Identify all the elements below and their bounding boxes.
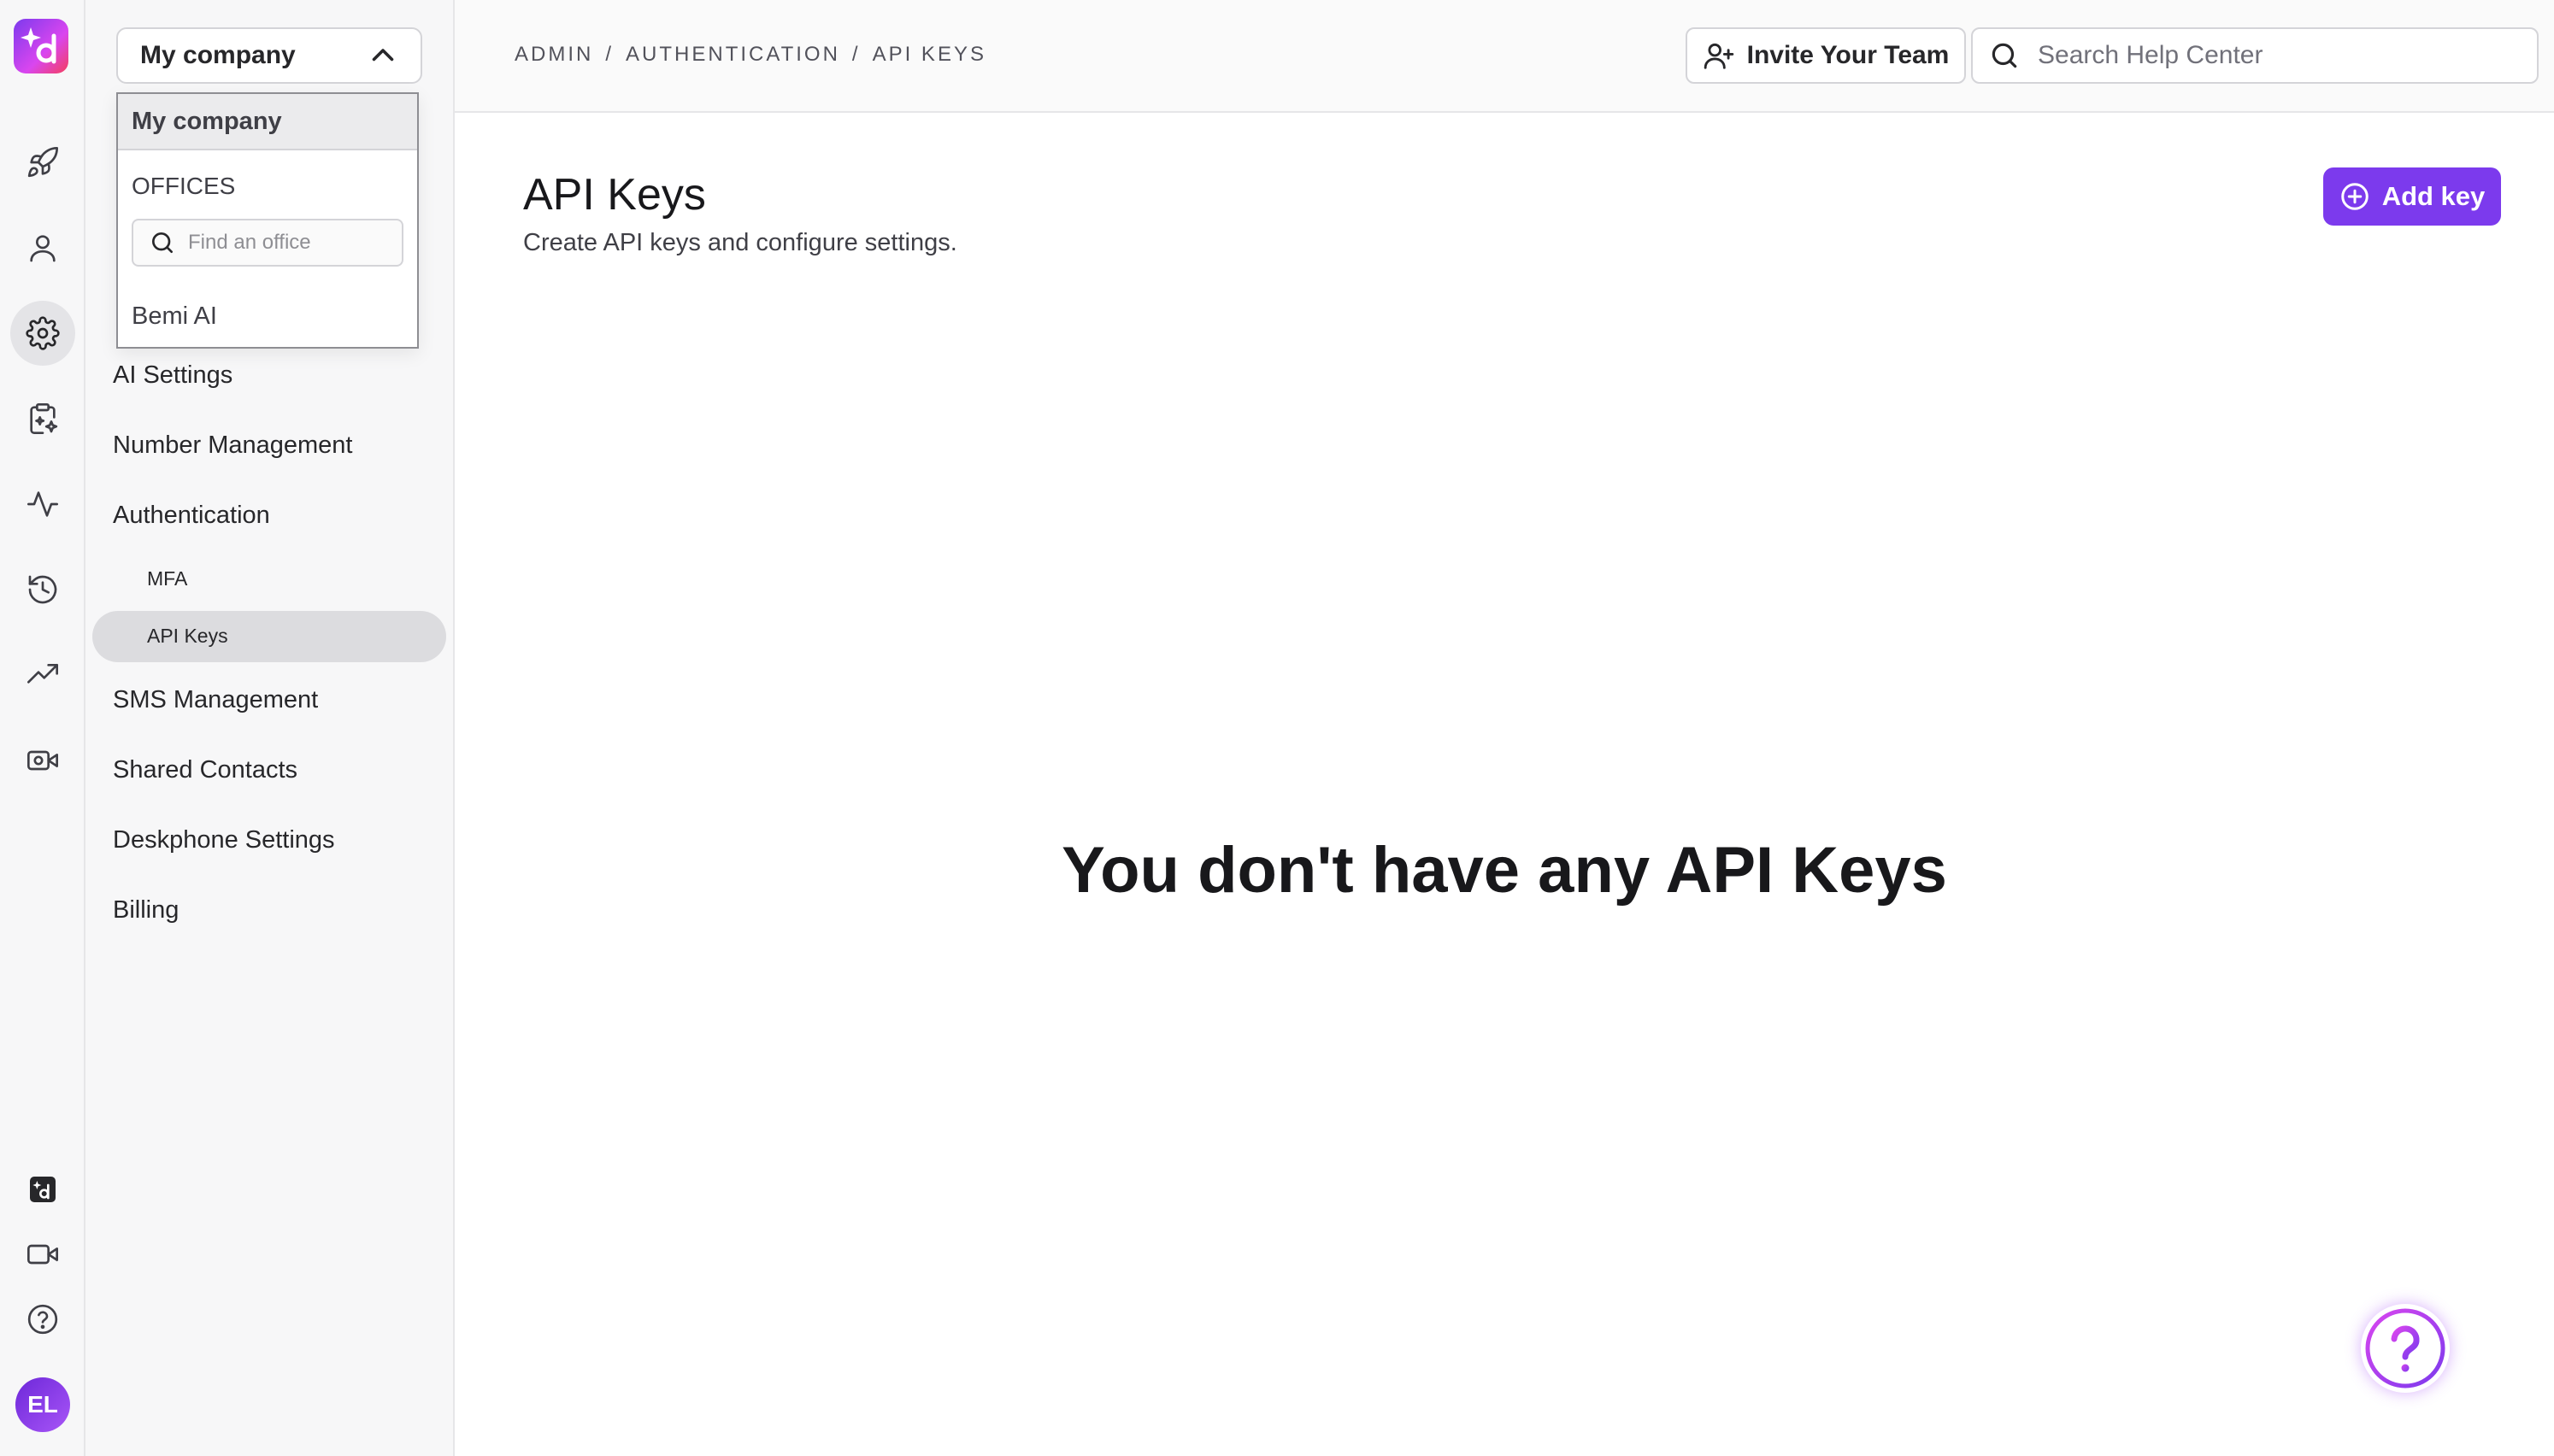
history-icon[interactable] [10, 557, 75, 622]
page-subtitle: Create API keys and configure settings. [523, 229, 957, 256]
office-search[interactable] [132, 219, 403, 267]
activity-icon[interactable] [10, 472, 75, 537]
breadcrumb-separator: / [851, 43, 861, 66]
search-icon [152, 232, 173, 253]
app-root: EL My company AI Settings Number Managem… [0, 0, 2554, 1456]
avatar[interactable]: EL [15, 1377, 70, 1432]
add-key-label: Add key [2381, 181, 2486, 211]
page-title: API Keys [523, 170, 706, 220]
sidebar-item-deskphone-settings[interactable]: Deskphone Settings [113, 826, 335, 854]
sidebar-item-ai-settings[interactable]: AI Settings [113, 361, 232, 390]
question-mark-icon [2365, 1308, 2445, 1388]
sidebar-item-billing[interactable]: Billing [113, 896, 179, 925]
video-icon[interactable] [10, 1222, 75, 1287]
help-center-search-input[interactable] [2038, 41, 2516, 70]
sidebar-item-number-management[interactable]: Number Management [113, 432, 352, 460]
plus-circle-icon [2340, 183, 2369, 210]
breadcrumb-admin[interactable]: ADMIN [515, 43, 593, 67]
sidebar-subitem-active-bg[interactable] [92, 611, 446, 662]
chevron-up-icon [372, 49, 394, 62]
company-select[interactable]: My company [116, 27, 422, 84]
help-chat-button[interactable] [2361, 1304, 2450, 1393]
invite-team-label: Invite Your Team [1746, 41, 1950, 69]
sidebar-item-authentication[interactable]: Authentication [113, 502, 270, 530]
sidebar-item-shared-contacts[interactable]: Shared Contacts [113, 756, 297, 784]
sidebar-item-sms-management[interactable]: SMS Management [113, 686, 318, 714]
search-icon [1992, 43, 2017, 68]
rocket-icon[interactable] [10, 130, 75, 195]
sidebar-subitem-api-keys[interactable]: API Keys [147, 625, 228, 648]
dropdown-option-office[interactable]: Bemi AI [132, 302, 217, 331]
invite-team-button[interactable]: Invite Your Team [1686, 27, 1966, 84]
user-icon[interactable] [10, 215, 75, 280]
company-select-label: My company [140, 41, 296, 69]
empty-state-message: You don't have any API Keys [1062, 834, 1947, 907]
gear-icon[interactable] [10, 301, 75, 366]
help-center-search[interactable] [1971, 27, 2539, 84]
breadcrumb-separator: / [605, 43, 615, 66]
top-header: ADMIN / AUTHENTICATION / API KEYS Invite… [455, 0, 2554, 113]
dialpad-logo-icon[interactable] [14, 19, 68, 73]
dropdown-selected-company[interactable]: My company [118, 94, 417, 150]
breadcrumb: ADMIN / AUTHENTICATION / API KEYS [515, 43, 986, 67]
user-plus-icon [1704, 43, 1733, 69]
icon-rail: EL [0, 0, 85, 1456]
breadcrumb-authentication[interactable]: AUTHENTICATION [626, 43, 840, 67]
help-circle-icon[interactable] [10, 1287, 75, 1352]
dialpad-app-icon[interactable] [10, 1157, 75, 1222]
add-key-button[interactable]: Add key [2323, 167, 2501, 226]
trending-up-icon[interactable] [10, 643, 75, 707]
video-settings-icon[interactable] [10, 728, 75, 793]
dropdown-section-label: OFFICES [132, 173, 236, 199]
breadcrumb-api-keys: API KEYS [872, 43, 986, 66]
sidebar-subitem-mfa[interactable]: MFA [147, 567, 187, 590]
company-dropdown: My company OFFICES Bemi AI [116, 92, 419, 349]
clipboard-sparkle-icon[interactable] [10, 386, 75, 451]
office-search-input[interactable] [188, 231, 393, 255]
